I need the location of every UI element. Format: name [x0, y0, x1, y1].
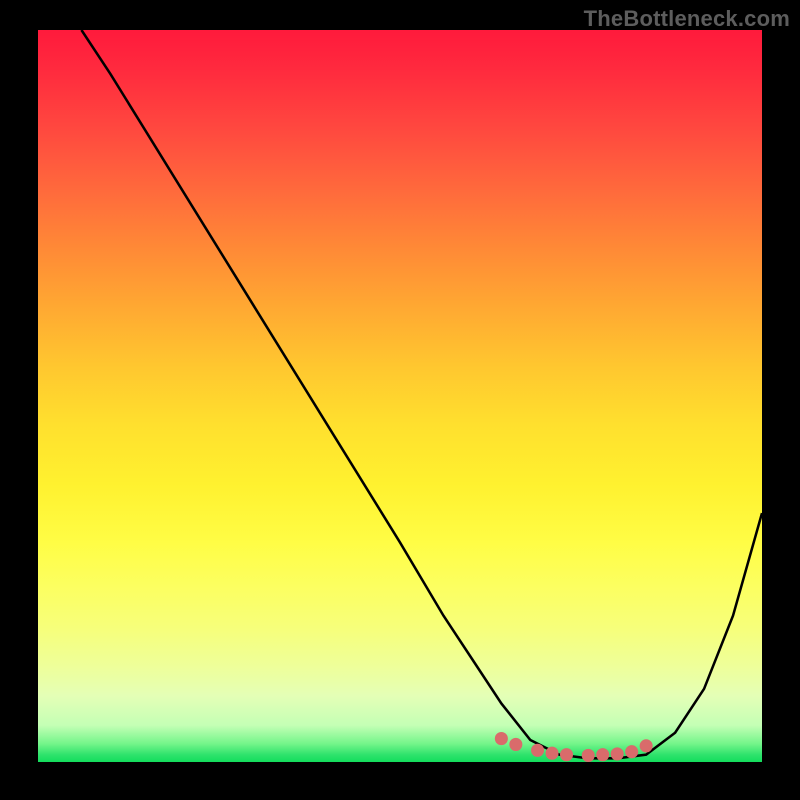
highlight-dot — [560, 748, 573, 761]
highlight-dot — [640, 739, 653, 752]
watermark-label: TheBottleneck.com — [584, 6, 790, 32]
highlight-dot — [531, 744, 544, 757]
highlight-dot — [611, 747, 624, 760]
highlight-dot — [625, 745, 638, 758]
chart-svg — [38, 30, 762, 762]
highlight-dot — [509, 738, 522, 751]
highlight-dot — [582, 749, 595, 762]
chart-container: TheBottleneck.com — [0, 0, 800, 800]
highlight-dot — [596, 748, 609, 761]
highlight-dot — [546, 747, 559, 760]
curve-line — [81, 30, 762, 758]
plot-area — [38, 30, 762, 762]
highlight-dot — [495, 732, 508, 745]
